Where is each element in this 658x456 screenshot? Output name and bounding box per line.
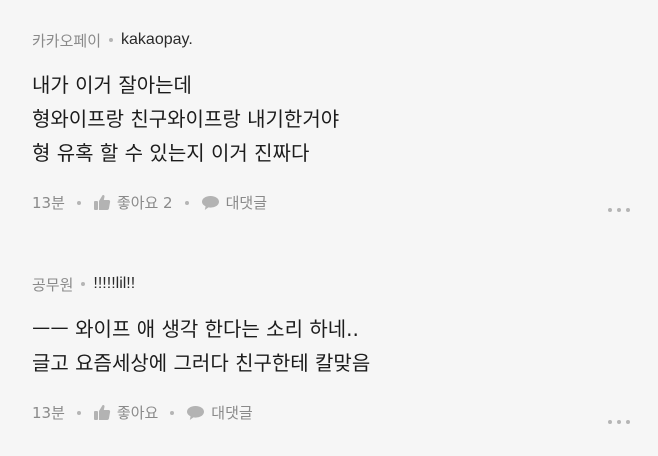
comment-text: ㅡㅡ 와이프 애 생각 한다는 소리 하네.. 글고 요즘세상에 그러다 친구한… <box>32 317 371 375</box>
separator-dot <box>76 200 81 205</box>
comment-nickname[interactable]: !!!!!lil!! <box>93 275 135 293</box>
separator-dot <box>76 410 81 415</box>
speech-bubble-icon <box>201 195 220 211</box>
thumbs-up-icon <box>93 404 111 421</box>
comment-actions: 13분 좋아요 대댓글 <box>32 402 253 423</box>
speech-bubble-icon <box>186 405 205 421</box>
comment-item: 카카오페이 kakaopay. 내가 이거 잘아는데 형와이프랑 친구와이프랑 … <box>0 0 658 248</box>
separator-dot <box>81 282 86 286</box>
comment-author[interactable]: 공무원 <box>32 274 73 295</box>
reply-label: 대댓글 <box>225 194 268 212</box>
dot <box>626 420 630 424</box>
comment-text: 내가 이거 잘아는데 형와이프랑 친구와이프랑 내기한거야 형 유혹 할 수 있… <box>32 73 340 165</box>
comment-item: 공무원 !!!!!lil!! ㅡㅡ 와이프 애 생각 한다는 소리 하네.. 글… <box>0 248 658 456</box>
dot <box>617 420 621 424</box>
thumbs-up-icon <box>93 194 111 211</box>
dot <box>608 420 612 424</box>
like-label: 좋아요 <box>116 404 159 422</box>
comment-author[interactable]: 카카오페이 <box>32 30 101 51</box>
dot <box>608 208 612 212</box>
like-label: 좋아요 2 <box>116 194 173 212</box>
separator-dot <box>184 200 189 205</box>
separator-dot <box>170 410 175 415</box>
more-dots-icon[interactable] <box>608 420 630 424</box>
comment-time: 13분 <box>32 404 65 422</box>
comment-actions: 13분 좋아요 2 대댓글 <box>32 192 267 213</box>
more-dots-icon[interactable] <box>608 208 630 212</box>
like-button[interactable]: 좋아요 <box>93 402 158 423</box>
comment-header: 카카오페이 kakaopay. <box>32 28 658 52</box>
dot <box>626 208 630 212</box>
reply-label: 대댓글 <box>211 404 253 422</box>
like-button[interactable]: 좋아요 2 <box>93 192 173 213</box>
reply-button[interactable]: 대댓글 <box>186 402 253 423</box>
comment-header: 공무원 !!!!!lil!! <box>32 272 658 296</box>
separator-dot <box>109 38 114 42</box>
comment-time: 13분 <box>32 194 65 212</box>
reply-button[interactable]: 대댓글 <box>201 192 267 213</box>
comment-nickname[interactable]: kakaopay. <box>121 31 193 49</box>
dot <box>617 208 621 212</box>
